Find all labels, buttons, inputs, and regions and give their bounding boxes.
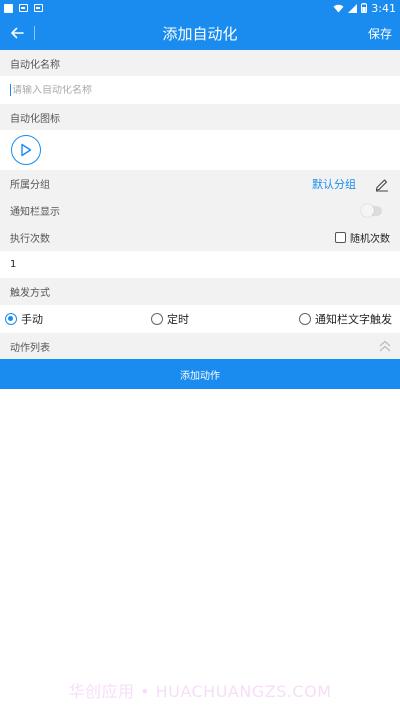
- radio-notification[interactable]: [299, 313, 311, 325]
- status-system: 3:41: [333, 2, 396, 15]
- double-chevron-up-icon[interactable]: [378, 339, 392, 353]
- random-count-checkbox[interactable]: [335, 232, 346, 243]
- trigger-manual-option[interactable]: 手动: [5, 311, 43, 327]
- group-value[interactable]: 默认分组: [312, 176, 356, 192]
- app-bar: 添加自动化 保存: [0, 16, 400, 50]
- name-label: 自动化名称: [10, 59, 60, 71]
- edit-icon[interactable]: [374, 176, 390, 192]
- action-list-header: 动作列表: [0, 333, 400, 359]
- notification-icon: [4, 3, 13, 13]
- back-button[interactable]: [0, 16, 34, 50]
- status-time: 3:41: [371, 1, 396, 15]
- wifi-icon: [333, 4, 344, 13]
- battery-icon: [361, 3, 368, 13]
- radio-manual[interactable]: [5, 313, 17, 325]
- notify-label: 通知栏显示: [10, 207, 60, 218]
- trigger-section-header: 触发方式: [0, 278, 400, 305]
- trigger-timer-label: 定时: [167, 313, 189, 326]
- status-notifications: [4, 3, 43, 13]
- add-action-button[interactable]: 添加动作: [0, 359, 400, 389]
- signal-icon: [348, 3, 358, 13]
- play-icon: [21, 143, 32, 157]
- message-icon: [19, 4, 28, 12]
- icon-row: [0, 130, 400, 170]
- group-label: 所属分组: [10, 180, 50, 191]
- radio-timer[interactable]: [151, 313, 163, 325]
- notify-toggle[interactable]: [361, 203, 382, 217]
- notify-row: 通知栏显示: [0, 197, 400, 224]
- watermark: 华创应用 • HUACHUANGZS.COM: [68, 682, 332, 701]
- name-section-header: 自动化名称: [0, 50, 400, 76]
- trigger-notification-label: 通知栏文字触发: [315, 313, 392, 326]
- random-count-option[interactable]: 随机次数: [335, 230, 390, 245]
- exec-count-row: 1: [0, 251, 400, 278]
- icon-label: 自动化图标: [10, 113, 60, 125]
- page-title: 添加自动化: [162, 24, 238, 43]
- group-row[interactable]: 所属分组 默认分组: [0, 170, 400, 197]
- text-caret: [10, 84, 11, 96]
- trigger-options: 手动 定时 通知栏文字触发: [0, 305, 400, 333]
- status-bar: 3:41: [0, 0, 400, 16]
- title-divider: [34, 26, 35, 40]
- action-list-label: 动作列表: [10, 342, 50, 354]
- name-input-row: [0, 76, 400, 104]
- save-button[interactable]: 保存: [368, 25, 400, 42]
- toggle-knob: [361, 203, 374, 217]
- exec-count-header: 执行次数 随机次数: [0, 224, 400, 251]
- automation-name-input[interactable]: [12, 84, 390, 96]
- trigger-notification-option[interactable]: 通知栏文字触发: [299, 311, 392, 327]
- exec-count-label: 执行次数: [10, 234, 50, 245]
- download-icon: [34, 4, 43, 12]
- random-count-label: 随机次数: [350, 234, 390, 245]
- arrow-left-icon: [11, 27, 24, 39]
- trigger-manual-label: 手动: [21, 313, 43, 326]
- automation-icon-button[interactable]: [11, 135, 41, 165]
- trigger-timer-option[interactable]: 定时: [151, 311, 189, 327]
- trigger-label: 触发方式: [10, 288, 50, 299]
- icon-section-header: 自动化图标: [0, 104, 400, 130]
- exec-count-input[interactable]: 1: [10, 259, 16, 270]
